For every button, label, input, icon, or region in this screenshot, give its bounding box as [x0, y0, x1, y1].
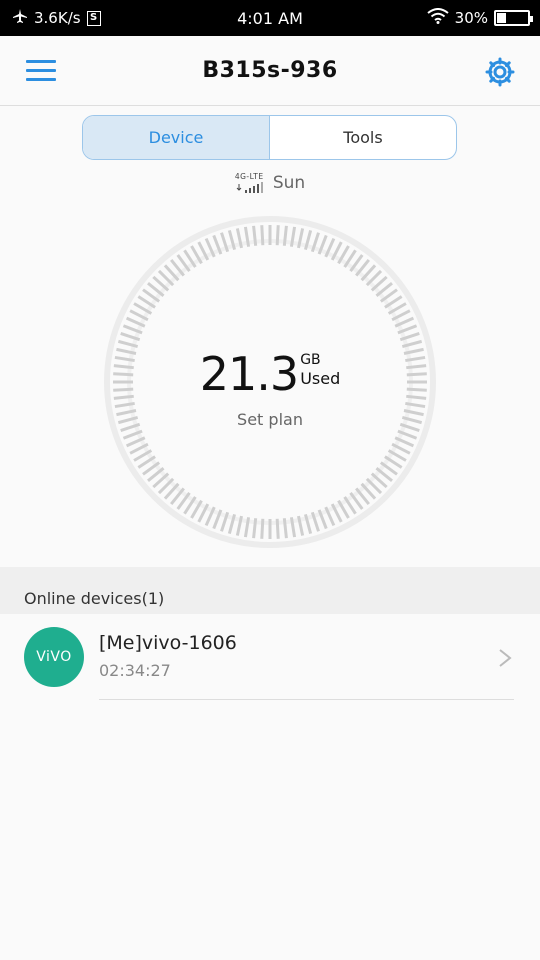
gauge-tick [275, 518, 280, 539]
app-bar: B315s-936 [0, 36, 540, 106]
gauge-tick [282, 518, 288, 539]
usage-units: GB Used [300, 352, 340, 388]
battery-icon [494, 10, 533, 26]
menu-icon-line [26, 78, 56, 81]
device-avatar: ViVO [24, 627, 84, 687]
network-indicator: 4G-LTE Sun [0, 172, 540, 193]
wifi-icon [427, 8, 449, 28]
usage-value: 21.3 [199, 347, 299, 401]
usage-label: Used [300, 369, 341, 388]
chevron-right-icon [499, 649, 512, 667]
settings-button[interactable] [484, 56, 516, 88]
row-divider [99, 699, 514, 700]
network-speed: 3.6K/s [34, 9, 81, 27]
network-badge: 4G-LTE [235, 172, 265, 193]
status-left: 3.6K/s S [0, 8, 200, 28]
sim-badge-icon: S [86, 10, 101, 26]
status-bar: 3.6K/s S 4:01 AM 30% [0, 0, 540, 36]
gauge-tick [275, 225, 280, 246]
carrier-name: Sun [272, 172, 306, 193]
tab-tools[interactable]: Tools [270, 116, 456, 159]
battery-fill [497, 13, 506, 23]
usage-display: 21.3 GB Used [0, 350, 540, 398]
status-time: 4:01 AM [237, 8, 303, 28]
gauge-tick [260, 225, 265, 246]
airplane-icon [12, 8, 28, 28]
signal-icon [236, 182, 263, 193]
online-devices-header: Online devices(1) [0, 567, 540, 614]
set-plan-link[interactable]: Set plan [0, 410, 540, 429]
network-type: 4G-LTE [234, 172, 264, 181]
device-list-item[interactable]: ViVO [Me]vivo-1606 02:34:27 [0, 614, 540, 702]
tab-bar: Device Tools [82, 115, 457, 160]
usage-unit: GB [300, 352, 321, 368]
gauge-tick [252, 518, 258, 539]
menu-button[interactable] [26, 58, 56, 84]
gear-icon [485, 57, 515, 87]
device-duration: 02:34:27 [99, 661, 171, 680]
menu-icon-line [26, 69, 56, 72]
menu-icon [26, 60, 56, 63]
device-name: [Me]vivo-1606 [99, 632, 237, 654]
gauge-tick [260, 518, 265, 539]
gauge-tick [252, 225, 258, 246]
status-right: 30% [340, 8, 540, 28]
gauge-tick [282, 225, 288, 246]
tab-device[interactable]: Device [83, 116, 270, 159]
battery-percent: 30% [454, 9, 488, 27]
page-title: B315s-936 [202, 58, 338, 83]
